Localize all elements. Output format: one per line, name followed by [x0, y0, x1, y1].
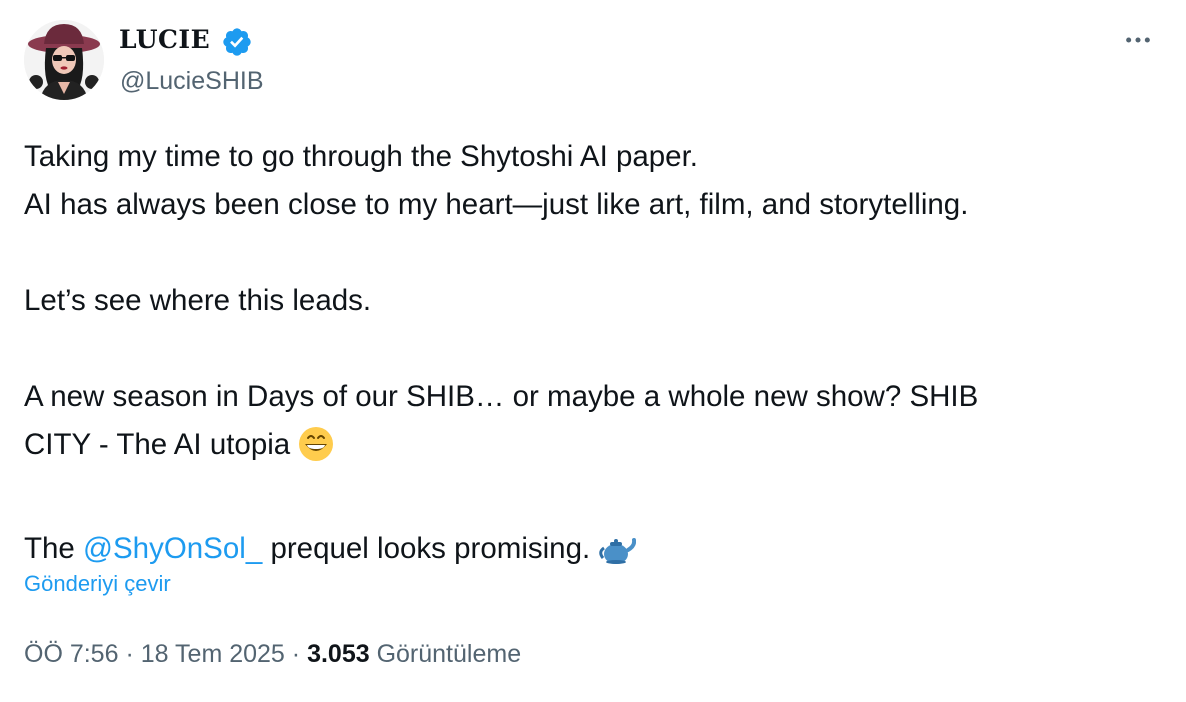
teapot-emoji-icon — [598, 533, 637, 581]
more-menu-button[interactable] — [1118, 22, 1158, 58]
author-display-name[interactable]: LUCIE — [119, 24, 210, 56]
tweet-line-text: CITY - The AI utopia — [24, 428, 291, 461]
tweet-meta: ÖÖ 7:56 · 18 Tem 2025 · 3.053 Görüntülem… — [24, 638, 521, 670]
views-count: 3.053 — [307, 640, 370, 668]
tweet-text-prefix: The — [24, 532, 75, 565]
grinning-face-emoji-icon — [298, 426, 334, 477]
meta-separator: · — [291, 640, 301, 668]
tweet-line-with-emoji: CITY - The AI utopia — [24, 421, 1164, 477]
avatar-image — [24, 20, 104, 100]
tweet-line: Taking my time to go through the Shytosh… — [24, 140, 698, 173]
more-horizontal-icon — [1126, 37, 1150, 43]
tweet-text: Taking my time to go through the Shytosh… — [24, 133, 1164, 581]
meta-separator: · — [125, 640, 134, 668]
tweet-line: Let’s see where this leads. — [24, 284, 372, 317]
translate-post-link[interactable]: Gönderiyi çevir — [24, 568, 171, 600]
avatar[interactable] — [24, 20, 104, 100]
mention-link[interactable]: @ShyOnSol_ — [83, 532, 262, 565]
tweet-line: AI has always been close to my heart—jus… — [24, 188, 969, 221]
tweet-line-with-mention: The @ShyOnSol_ prequel looks promising. — [24, 525, 1164, 581]
tweet-date[interactable]: 18 Tem 2025 — [141, 640, 285, 668]
views-label: Görüntüleme — [376, 640, 522, 668]
tweet-text-suffix: prequel looks promising. — [270, 532, 591, 565]
author-handle[interactable]: @LucieSHIB — [120, 66, 264, 96]
tweet-time[interactable]: ÖÖ 7:56 — [24, 640, 119, 668]
tweet-line: A new season in Days of our SHIB… or may… — [24, 380, 979, 413]
verified-badge-icon[interactable] — [221, 26, 253, 58]
